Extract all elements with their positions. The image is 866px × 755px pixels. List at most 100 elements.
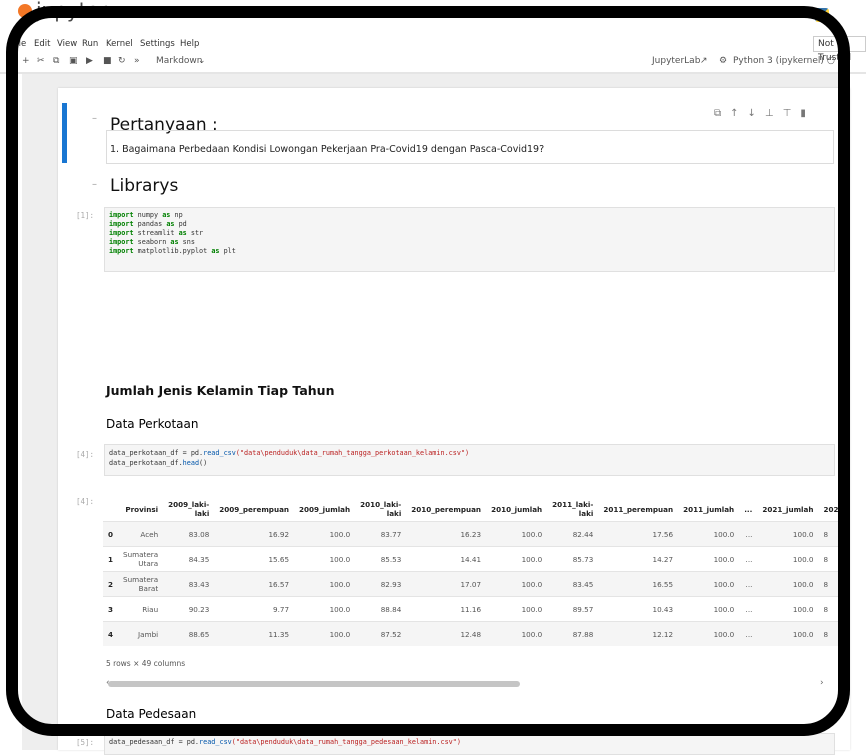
code-line: import numpy as np	[109, 211, 183, 219]
table-cell: Sumatera Utara	[123, 550, 159, 568]
table-header: 2009_laki-laki	[168, 500, 210, 518]
insert-above-icon[interactable]: ⊥	[765, 108, 774, 119]
table-cell: 85.53	[380, 554, 402, 564]
table-cell: ...	[745, 579, 753, 589]
external-link-icon[interactable]: ↗	[700, 56, 708, 66]
save-icon[interactable]: 🖫	[6, 56, 14, 72]
menu-file[interactable]: File	[12, 39, 26, 49]
cell-type-select[interactable]: Markdown	[156, 56, 202, 66]
table-cell: 9.77	[273, 604, 290, 614]
fast-forward-icon[interactable]: »	[134, 56, 140, 66]
horizontal-scrollbar[interactable]	[108, 681, 520, 687]
menu-settings[interactable]: Settings	[140, 39, 175, 49]
jupyterlab-link[interactable]: JupyterLab	[652, 56, 700, 66]
menu-kernel[interactable]: Kernel	[106, 39, 133, 49]
table-cell: 90.23	[188, 604, 210, 614]
table-cell: 11.16	[460, 604, 482, 614]
urban-heading: Data Perkotaan	[106, 417, 199, 431]
table-cell: 85.73	[572, 554, 594, 564]
table-cell: 12.48	[460, 629, 482, 639]
table-cell: 100.0	[792, 579, 814, 589]
table-row: 1 Sumatera Utara 84.35 15.65 100.0 85.53…	[103, 546, 843, 572]
table-cell: 100.0	[329, 604, 351, 614]
add-cell-icon[interactable]: +	[22, 56, 30, 66]
insert-below-icon[interactable]: ⊤	[783, 108, 792, 119]
menu-edit[interactable]: Edit	[34, 39, 50, 49]
table-cell: 83.45	[572, 579, 594, 589]
table-cell: Jambi	[138, 629, 159, 639]
kernel-name[interactable]: Python 3 (ipykernel)	[733, 56, 824, 66]
run-icon[interactable]: ▶	[86, 56, 93, 66]
code-cell-libraries[interactable]: import numpy as np import pandas as pd i…	[104, 207, 835, 272]
table-cell: 100.0	[521, 554, 543, 564]
stop-icon[interactable]: ■	[103, 56, 112, 66]
table-row: 4 Jambi 88.65 11.35 100.0 87.52 12.48 10…	[103, 621, 843, 646]
cell-prompt: [4]:	[76, 450, 95, 459]
table-cell: 100.0	[521, 604, 543, 614]
restart-icon[interactable]: ↻	[118, 56, 126, 66]
table-cell: 100.0	[329, 529, 351, 539]
table-cell: 88.65	[188, 629, 210, 639]
table-cell: 14.41	[460, 554, 482, 564]
table-cell: 17.07	[460, 579, 482, 589]
table-cell: 11.35	[268, 629, 290, 639]
output-prompt: [4]:	[76, 497, 95, 506]
dataframe-table: Provinsi 2009_laki-laki 2009_perempuan 2…	[103, 497, 843, 646]
move-up-icon[interactable]: ↑	[730, 108, 738, 119]
table-cell: 16.55	[652, 579, 674, 589]
menu-view[interactable]: View	[57, 39, 77, 49]
title-bar: jupyter notebook Last Checkpoint: 4 mont…	[0, 0, 866, 34]
table-header: 2010_jumlah	[491, 504, 543, 514]
menu-run[interactable]: Run	[82, 39, 98, 49]
table-cell: Riau	[142, 604, 159, 614]
code-line: import pandas as pd	[109, 220, 187, 228]
table-header-row: Provinsi 2009_laki-laki 2009_perempuan 2…	[103, 497, 843, 522]
cut-icon[interactable]: ✂	[37, 56, 45, 66]
chevron-down-icon[interactable]: ⌄	[198, 56, 206, 66]
menu-icon[interactable]: ≡	[842, 56, 850, 66]
table-cell: 16.57	[268, 579, 290, 589]
kernel-idle-icon: ○	[827, 56, 835, 66]
duplicate-icon[interactable]: ⧉	[714, 108, 721, 119]
jupyter-logo-icon	[18, 4, 32, 18]
table-cell: Aceh	[140, 529, 159, 539]
menu-help[interactable]: Help	[180, 39, 199, 49]
question-text: 1. Bagaimana Perbedaan Kondisi Lowongan …	[110, 144, 545, 155]
table-cell: 83.43	[188, 579, 210, 589]
copy-icon[interactable]: ⧉	[53, 56, 59, 66]
table-cell: 100.0	[329, 554, 351, 564]
table-cell: 12.12	[652, 629, 674, 639]
collapse-icon[interactable]: –	[92, 179, 97, 190]
collapse-icon[interactable]: –	[92, 113, 97, 124]
app-name: jupyter	[36, 0, 108, 22]
table-header	[103, 497, 118, 522]
move-down-icon[interactable]: ↓	[748, 108, 756, 119]
table-cell: 84.35	[188, 554, 210, 564]
table-header: 2010_perempuan	[411, 504, 482, 514]
table-header: 2009_jumlah	[299, 504, 351, 514]
trust-status-button[interactable]: Not Trusted	[813, 36, 866, 63]
libs-heading: Librarys	[110, 176, 179, 196]
delete-icon[interactable]: ▮	[800, 108, 806, 119]
table-cell: 8	[823, 529, 829, 539]
code-cell-pedesaan[interactable]: data_pedesaan_df = pd.read_csv("data\pen…	[104, 733, 835, 755]
scroll-right-icon[interactable]: ›	[820, 678, 824, 688]
code-cell-perkotaan[interactable]: data_perkotaan_df = pd.read_csv("data\pe…	[104, 444, 835, 476]
table-cell: ...	[745, 629, 753, 639]
menu-bar: File Edit View Run Kernel Settings Help …	[0, 36, 866, 63]
table-cell: 100.0	[792, 554, 814, 564]
table-cell: ...	[745, 604, 753, 614]
paste-icon[interactable]: ▣	[69, 56, 78, 66]
code-line: import matplotlib.pyplot as plt	[109, 247, 236, 255]
table-cell: 10.43	[652, 604, 674, 614]
cell-toolbar: ⧉ ↑ ↓ ⊥ ⊤ ▮	[714, 108, 815, 119]
cell-prompt: [1]:	[76, 211, 95, 220]
dataframe-output: Provinsi 2009_laki-laki 2009_perempuan 2…	[103, 497, 843, 657]
code-line: import streamlit as str	[109, 229, 204, 237]
gender-heading: Jumlah Jenis Kelamin Tiap Tahun	[106, 383, 335, 398]
table-cell: 100.0	[792, 529, 814, 539]
code-line: data_perkotaan_df.head()	[109, 459, 208, 467]
notebook-title[interactable]: notebook	[132, 5, 196, 19]
table-header: 2010_laki-laki	[360, 500, 402, 518]
row-index: 0	[108, 529, 114, 539]
